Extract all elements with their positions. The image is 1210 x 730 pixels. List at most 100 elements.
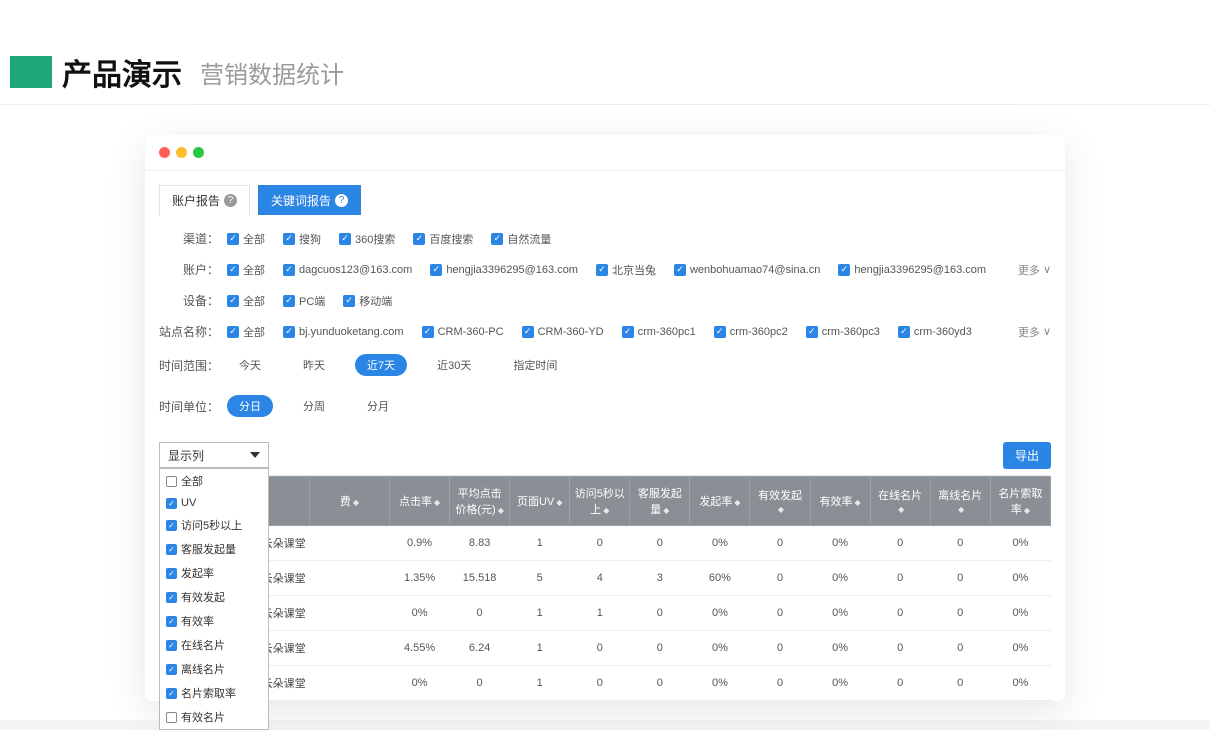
filter-option[interactable]: ✓crm-360yd3 bbox=[898, 326, 972, 338]
column-toggle-item[interactable]: ✓有效发起 bbox=[160, 585, 268, 609]
sort-icon[interactable]: ◆ bbox=[663, 506, 669, 515]
column-header[interactable]: 客服发起量◆ bbox=[630, 477, 690, 526]
header-label: 平均点击价格(元) bbox=[455, 488, 501, 516]
more-toggle[interactable]: 更多 ∨ bbox=[1018, 324, 1051, 340]
filter-option[interactable]: ✓360搜索 bbox=[339, 231, 395, 247]
sort-icon[interactable]: ◆ bbox=[498, 506, 504, 515]
filter-option[interactable]: ✓移动端 bbox=[343, 293, 392, 309]
column-toggle-item[interactable]: ✓发起率 bbox=[160, 561, 268, 585]
checkbox-icon: ✓ bbox=[283, 233, 295, 245]
column-header[interactable]: 名片索取率◆ bbox=[990, 477, 1050, 526]
data-table-wrapper[interactable]: 账户费◆点击率◆平均点击价格(元)◆页面UV◆访问5秒以上◆客服发起量◆发起率◆… bbox=[159, 475, 1051, 701]
sort-icon[interactable]: ◆ bbox=[353, 498, 359, 507]
checkbox-icon: ✓ bbox=[491, 233, 503, 245]
filter-option[interactable]: ✓crm-360pc2 bbox=[714, 326, 788, 338]
filter-option[interactable]: ✓crm-360pc1 bbox=[622, 326, 696, 338]
column-header[interactable]: 页面UV◆ bbox=[510, 477, 570, 526]
filter-option[interactable]: ✓crm-360pc3 bbox=[806, 326, 880, 338]
column-header[interactable]: 平均点击价格(元)◆ bbox=[450, 477, 510, 526]
column-toggle-item[interactable]: ✓UV bbox=[160, 493, 268, 513]
time-pill[interactable]: 近7天 bbox=[355, 354, 407, 376]
time-pill[interactable]: 分周 bbox=[291, 395, 337, 417]
filter-option[interactable]: ✓dagcuos123@163.com bbox=[283, 264, 412, 276]
tab-label: 关键词报告 bbox=[271, 192, 331, 209]
time-pill[interactable]: 近30天 bbox=[425, 354, 483, 376]
cell: 1 bbox=[510, 526, 570, 561]
table-row[interactable]: bj-云朵课堂0%01100%00%000% bbox=[160, 596, 1051, 631]
minimize-icon[interactable] bbox=[176, 147, 187, 158]
option-label: crm-360pc2 bbox=[730, 326, 788, 338]
filter-option[interactable]: ✓搜狗 bbox=[283, 231, 321, 247]
column-toggle-item[interactable]: ✓客服发起量 bbox=[160, 537, 268, 561]
more-toggle[interactable]: 更多 ∨ bbox=[1018, 262, 1051, 278]
column-header[interactable]: 离线名片◆ bbox=[930, 477, 990, 526]
filter-option[interactable]: ✓CRM-360-YD bbox=[522, 326, 604, 338]
option-label: 自然流量 bbox=[507, 231, 551, 247]
tab-keyword-report[interactable]: 关键词报告 ? bbox=[258, 185, 361, 215]
column-header[interactable]: 有效率◆ bbox=[810, 477, 870, 526]
checkbox-icon: ✓ bbox=[422, 326, 434, 338]
more-label: 更多 bbox=[1018, 324, 1040, 340]
filter-option[interactable]: ✓ 自然流量 bbox=[491, 231, 551, 247]
page-subtitle: 营销数据统计 bbox=[200, 55, 344, 90]
time-pill[interactable]: 分月 bbox=[355, 395, 401, 417]
time-pill[interactable]: 昨天 bbox=[291, 354, 337, 376]
time-pill[interactable]: 指定时间 bbox=[501, 354, 569, 376]
close-icon[interactable] bbox=[159, 147, 170, 158]
sort-icon[interactable]: ◆ bbox=[898, 505, 904, 514]
sort-icon[interactable]: ◆ bbox=[1024, 506, 1030, 515]
checkbox-icon: ✓ bbox=[227, 233, 239, 245]
export-button[interactable]: 导出 bbox=[1003, 442, 1051, 469]
filter-option[interactable]: ✓PC端 bbox=[283, 293, 325, 309]
option-label: hengjia3396295@163.com bbox=[854, 264, 986, 276]
checkbox-icon bbox=[166, 712, 177, 723]
filter-option[interactable]: ✓wenbohuamao74@sina.cn bbox=[674, 264, 820, 276]
column-toggle-item[interactable]: ✓有效率 bbox=[160, 609, 268, 633]
sort-icon[interactable]: ◆ bbox=[734, 498, 740, 507]
table-row[interactable]: bj-云朵课堂0%01000%00%000% bbox=[160, 666, 1051, 701]
table-row[interactable]: bj-云朵课堂0.9%8.831000%00%000% bbox=[160, 526, 1051, 561]
column-toggle-item[interactable]: ✓名片索取率 bbox=[160, 681, 268, 705]
sort-icon[interactable]: ◆ bbox=[603, 506, 609, 515]
table-row[interactable]: bj-云朵课堂1.35%15.51854360%00%000% bbox=[160, 561, 1051, 596]
filter-option[interactable]: ✓百度搜索 bbox=[413, 231, 473, 247]
column-header[interactable]: 点击率◆ bbox=[390, 477, 450, 526]
sort-icon[interactable]: ◆ bbox=[778, 505, 784, 514]
filter-option[interactable]: ✓全部 bbox=[227, 262, 265, 278]
column-toggle-item[interactable]: 有效名片 bbox=[160, 705, 268, 729]
item-label: 访问5秒以上 bbox=[181, 517, 242, 533]
filter-option[interactable]: ✓hengjia3396295@163.com bbox=[838, 264, 986, 276]
sort-icon[interactable]: ◆ bbox=[556, 498, 562, 507]
column-header[interactable]: 费◆ bbox=[310, 477, 390, 526]
tab-account-report[interactable]: 账户报告 ? bbox=[159, 185, 250, 215]
column-toggle-item[interactable]: ✓ 访问5秒以上 bbox=[160, 513, 268, 537]
filter-option[interactable]: ✓hengjia3396295@163.com bbox=[430, 264, 578, 276]
table-row[interactable]: bj-云朵课堂4.55%6.241000%00%000% bbox=[160, 631, 1051, 666]
column-toggle-item[interactable]: 全部 bbox=[160, 469, 268, 493]
column-header[interactable]: 发起率◆ bbox=[690, 477, 750, 526]
help-icon[interactable]: ? bbox=[224, 194, 237, 207]
filter-option[interactable]: ✓全部 bbox=[227, 231, 265, 247]
columns-dropdown[interactable]: 显示列 全部✓UV✓访问5秒以上✓客服发起量✓发起率✓有效发起✓有效率✓在线名片… bbox=[159, 442, 269, 468]
filter-option[interactable]: ✓全部 bbox=[227, 293, 265, 309]
time-pill[interactable]: 分日 bbox=[227, 395, 273, 417]
maximize-icon[interactable] bbox=[193, 147, 204, 158]
column-header[interactable]: 有效发起◆ bbox=[750, 477, 810, 526]
column-header[interactable]: 在线名片◆ bbox=[870, 477, 930, 526]
checkbox-icon: ✓ bbox=[339, 233, 351, 245]
time-pill[interactable]: 今天 bbox=[227, 354, 273, 376]
filter-option[interactable]: ✓bj.yunduoketang.com bbox=[283, 326, 404, 338]
table-body: bj-云朵课堂0.9%8.831000%00%000%bj-云朵课堂1.35%1… bbox=[160, 526, 1051, 701]
column-toggle-item[interactable]: ✓离线名片 bbox=[160, 657, 268, 681]
sort-icon[interactable]: ◆ bbox=[958, 505, 964, 514]
checkbox-icon: ✓ bbox=[166, 520, 177, 531]
filter-option[interactable]: ✓全部 bbox=[227, 324, 265, 340]
sort-icon[interactable]: ◆ bbox=[855, 498, 861, 507]
filter-option[interactable]: ✓CRM-360-PC bbox=[422, 326, 504, 338]
column-toggle-item[interactable]: ✓在线名片 bbox=[160, 633, 268, 657]
item-label: 发起率 bbox=[181, 565, 214, 581]
sort-icon[interactable]: ◆ bbox=[434, 498, 440, 507]
help-icon[interactable]: ? bbox=[335, 194, 348, 207]
column-header[interactable]: 访问5秒以上◆ bbox=[570, 477, 630, 526]
filter-option[interactable]: ✓北京当兔 bbox=[596, 262, 656, 278]
